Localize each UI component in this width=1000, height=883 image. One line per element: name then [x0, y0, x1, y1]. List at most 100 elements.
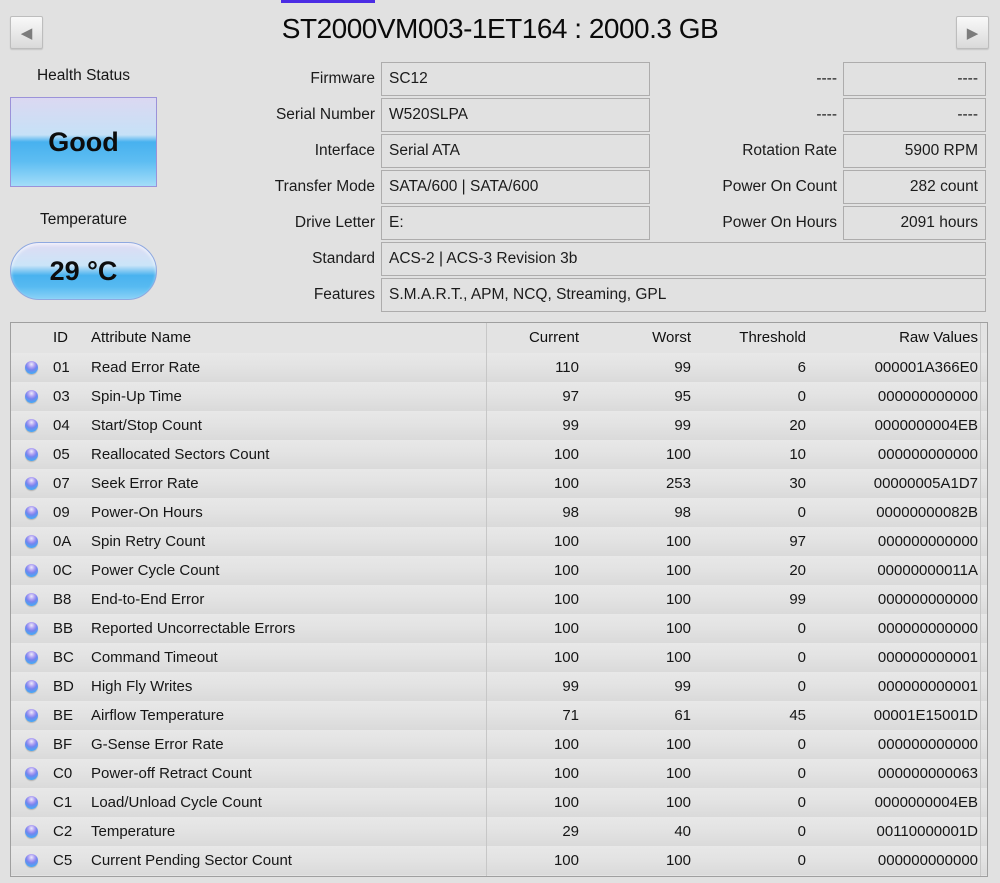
status-cell — [11, 469, 41, 498]
cell-raw: 000000000000 — [877, 852, 978, 869]
status-cell — [11, 527, 41, 556]
status-good-dot-icon — [25, 390, 38, 403]
cell-raw: 000000000000 — [877, 736, 978, 753]
power-on-hours-value: 2091 hours — [843, 206, 986, 240]
cell-id: 0A — [53, 533, 72, 550]
cell-current: 99 — [562, 417, 579, 434]
table-row[interactable]: B8 End-to-End Error 100 100 99 000000000000 — [11, 585, 987, 614]
cell-worst: 253 — [665, 475, 691, 492]
cell-worst: 61 — [674, 707, 691, 724]
next-disk-button[interactable]: ▶ — [956, 16, 989, 49]
table-row[interactable]: BC Command Timeout 100 100 0 000000000001 — [11, 643, 987, 672]
power-on-count-value: 282 count — [843, 170, 986, 204]
table-row[interactable]: 07 Seek Error Rate 100 253 30 00000005A1D7 — [11, 469, 987, 498]
cell-threshold: 0 — [797, 852, 806, 869]
status-good-dot-icon — [25, 448, 38, 461]
table-row[interactable]: 03 Spin-Up Time 97 95 0 000000000000 — [11, 382, 987, 411]
features-label: Features — [313, 286, 375, 303]
cell-raw: 000000000000 — [877, 446, 978, 463]
cell-id: 05 — [53, 446, 70, 463]
cell-worst: 100 — [665, 736, 691, 753]
cell-worst: 100 — [665, 533, 691, 550]
cell-current: 100 — [553, 649, 579, 666]
cell-name: Spin Retry Count — [91, 533, 206, 550]
cell-name: Power-off Retract Count — [91, 765, 252, 782]
cell-name: Load/Unload Cycle Count — [91, 794, 262, 811]
cell-name: End-to-End Error — [91, 591, 205, 608]
cell-raw: 000000000000 — [877, 388, 978, 405]
cell-worst: 98 — [674, 504, 691, 521]
cell-threshold: 6 — [797, 359, 806, 376]
cell-current: 100 — [553, 562, 579, 579]
cell-threshold: 0 — [797, 678, 806, 695]
table-body: 01 Read Error Rate 110 99 6 000001A366E0 03 Spi… — [11, 353, 987, 875]
cell-current: 100 — [553, 591, 579, 608]
cell-worst: 99 — [674, 678, 691, 695]
cell-current: 100 — [553, 446, 579, 463]
cell-worst: 99 — [674, 417, 691, 434]
status-cell — [11, 382, 41, 411]
table-row[interactable]: BF G-Sense Error Rate 100 100 0 000000000000 — [11, 730, 987, 759]
cell-threshold: 10 — [789, 446, 806, 463]
firmware-value: SC12 — [381, 62, 650, 96]
cell-id: C1 — [53, 794, 73, 811]
threshold-column-header: Threshold — [739, 329, 806, 346]
cell-worst: 100 — [665, 620, 691, 637]
column-divider — [980, 323, 981, 876]
cell-threshold: 0 — [797, 504, 806, 521]
cell-current: 100 — [553, 852, 579, 869]
cell-threshold: 0 — [797, 794, 806, 811]
cell-worst: 100 — [665, 562, 691, 579]
status-cell — [11, 556, 41, 585]
status-good-dot-icon — [25, 651, 38, 664]
table-row[interactable]: C0 Power-off Retract Count 100 100 0 00000000… — [11, 759, 987, 788]
status-cell — [11, 614, 41, 643]
features-value: S.M.A.R.T., APM, NCQ, Streaming, GPL — [381, 278, 986, 312]
table-row[interactable]: 0A Spin Retry Count 100 100 97 000000000000 — [11, 527, 987, 556]
table-row[interactable]: 04 Start/Stop Count 99 99 20 0000000004EB — [11, 411, 987, 440]
table-row[interactable]: BE Airflow Temperature 71 61 45 00001E15001D — [11, 701, 987, 730]
status-cell — [11, 585, 41, 614]
cell-current: 110 — [555, 359, 579, 376]
cell-worst: 40 — [674, 823, 691, 840]
drive-letter-label: Drive Letter — [294, 214, 375, 231]
cell-name: Seek Error Rate — [91, 475, 199, 492]
cell-raw: 00000005A1D7 — [873, 475, 978, 492]
health-status-button[interactable]: Good — [10, 97, 157, 187]
cell-threshold: 97 — [789, 533, 806, 550]
drive-letter-value: E: — [381, 206, 650, 240]
cell-threshold: 0 — [797, 765, 806, 782]
cell-raw: 000000000000 — [877, 620, 978, 637]
table-row[interactable]: 0C Power Cycle Count 100 100 20 00000000011A — [11, 556, 987, 585]
status-cell — [11, 672, 41, 701]
table-row[interactable]: BB Reported Uncorrectable Errors 100 100 0 00… — [11, 614, 987, 643]
table-row[interactable]: C5 Current Pending Sector Count 100 100 0 000… — [11, 846, 987, 875]
table-row[interactable]: BD High Fly Writes 99 99 0 000000000001 — [11, 672, 987, 701]
cell-id: BE — [53, 707, 74, 724]
cell-name: Reallocated Sectors Count — [91, 446, 270, 463]
cell-threshold: 0 — [797, 736, 806, 753]
cell-raw: 000000000063 — [877, 765, 978, 782]
table-row[interactable]: 01 Read Error Rate 110 99 6 000001A366E0 — [11, 353, 987, 382]
cell-id: C0 — [53, 765, 73, 782]
transfer-mode-label: Transfer Mode — [274, 178, 375, 195]
status-good-dot-icon — [25, 622, 38, 635]
table-row[interactable]: C2 Temperature 29 40 0 00110000001D — [11, 817, 987, 846]
table-row[interactable]: 09 Power-On Hours 98 98 0 00000000082B — [11, 498, 987, 527]
cell-id: 04 — [53, 417, 70, 434]
health-status-label: Health Status — [36, 67, 131, 84]
table-row[interactable]: 05 Reallocated Sectors Count 100 100 10 00000… — [11, 440, 987, 469]
table-row[interactable]: C1 Load/Unload Cycle Count 100 100 0 00000000… — [11, 788, 987, 817]
temperature-button[interactable]: 29 °C — [10, 242, 157, 300]
raw-values-column-header: Raw Values — [899, 329, 978, 346]
cell-worst: 100 — [665, 446, 691, 463]
cell-threshold: 99 — [789, 591, 806, 608]
status-cell — [11, 817, 41, 846]
cell-worst: 95 — [674, 388, 691, 405]
status-cell — [11, 759, 41, 788]
cell-current: 100 — [553, 794, 579, 811]
status-cell — [11, 701, 41, 730]
cell-current: 100 — [553, 765, 579, 782]
cell-name: Power Cycle Count — [91, 562, 220, 579]
cell-worst: 100 — [665, 765, 691, 782]
